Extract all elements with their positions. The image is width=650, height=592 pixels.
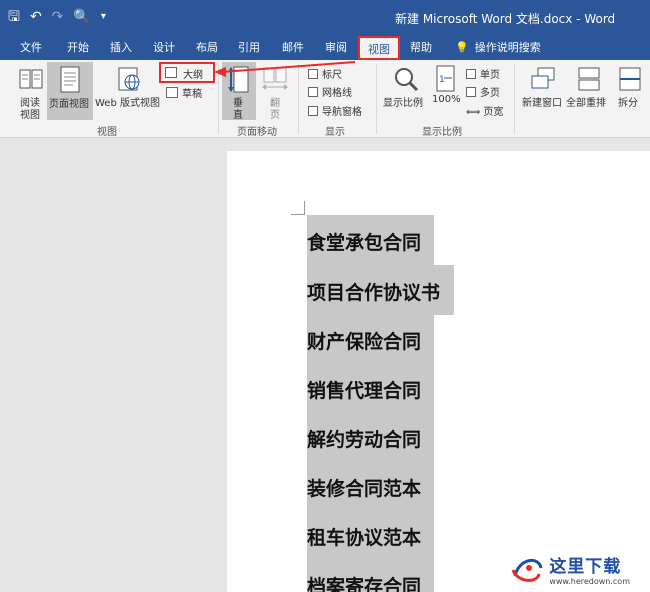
tab-insert[interactable]: 插入 [110, 39, 132, 55]
document-line[interactable]: 装修合同范本 [307, 461, 434, 511]
ribbon-tab-bar: 文件 开始 插入 设计 布局 引用 邮件 审阅 视图 帮助 💡 操作说明搜索 [0, 34, 650, 60]
watermark-url: www.heredown.com [549, 577, 630, 586]
document-line[interactable]: 解约劳动合同 [307, 412, 434, 462]
lightbulb-icon: 💡 [455, 41, 469, 54]
save-icon[interactable]: 🖫 [8, 8, 20, 26]
ribbon-view: 阅读 视图 页面视图 Web 版式视图 大纲 草稿 视图 垂 直 翻 页 页面移… [0, 60, 650, 138]
document-line[interactable]: 租车协议范本 [307, 510, 434, 560]
quick-access-toolbar: 🖫 ↶ ↷ 🔍 ▾ [8, 8, 106, 26]
document-line[interactable]: 档案寄存合同 [307, 559, 434, 592]
document-line[interactable]: 销售代理合同 [307, 363, 434, 413]
site-logo-icon [511, 559, 543, 582]
document-canvas: 食堂承包合同 项目合作协议书 财产保险合同 销售代理合同 解约劳动合同 装修合同… [0, 139, 650, 592]
tab-view[interactable]: 视图 [358, 36, 400, 60]
watermark-name: 这里下载 [549, 557, 622, 577]
tab-design[interactable]: 设计 [153, 39, 175, 55]
tab-help[interactable]: 帮助 [410, 39, 432, 55]
tell-me-search[interactable]: 💡 操作说明搜索 [455, 39, 541, 55]
tab-mailings[interactable]: 邮件 [282, 39, 304, 55]
document-page[interactable]: 食堂承包合同 项目合作协议书 财产保险合同 销售代理合同 解约劳动合同 装修合同… [227, 151, 650, 592]
tell-me-label: 操作说明搜索 [474, 41, 541, 54]
tab-layout[interactable]: 布局 [196, 39, 218, 55]
document-line[interactable]: 项目合作协议书 [307, 265, 454, 315]
tab-references[interactable]: 引用 [238, 39, 260, 55]
watermark: 这里下载 www.heredown.com [509, 552, 630, 586]
tab-review[interactable]: 审阅 [325, 39, 347, 55]
document-line[interactable]: 食堂承包合同 [307, 215, 434, 265]
window-title: 新建 Microsoft Word 文档.docx - Word [395, 12, 616, 26]
tab-file[interactable]: 文件 [20, 39, 42, 55]
title-bar: 🖫 ↶ ↷ 🔍 ▾ 新建 Microsoft Word 文档.docx - Wo… [0, 0, 650, 34]
customize-qat-icon[interactable]: ▾ [101, 8, 106, 26]
print-preview-icon[interactable]: 🔍 [73, 8, 90, 26]
annotation-arrow [214, 61, 356, 77]
tab-home[interactable]: 开始 [67, 39, 89, 55]
document-line[interactable]: 财产保险合同 [307, 314, 434, 364]
undo-icon[interactable]: ↶ [30, 8, 42, 26]
redo-icon[interactable]: ↷ [52, 8, 64, 26]
margin-corner-mark [291, 201, 305, 215]
